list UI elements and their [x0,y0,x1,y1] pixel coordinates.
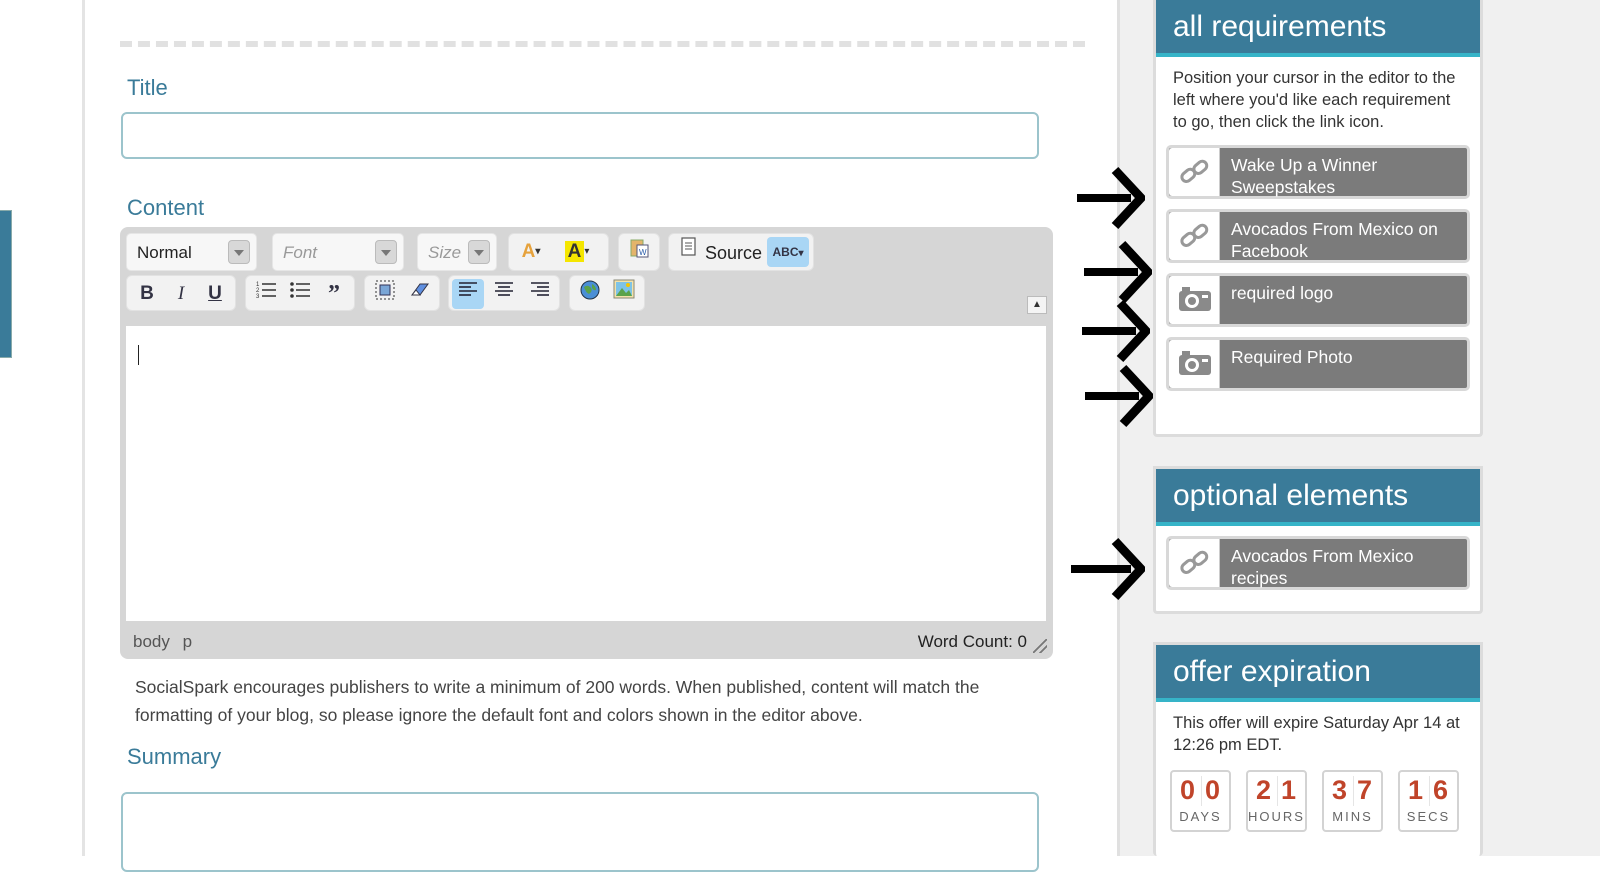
size-select[interactable]: Size [417,233,497,271]
countdown-days: 00 DAYS [1170,770,1231,832]
align-center-icon[interactable] [488,279,520,309]
font-select[interactable]: Font [272,233,404,271]
requirements-instructions: Position your cursor in the editor to th… [1173,69,1456,131]
source-button-label: Source [705,243,763,263]
path-body[interactable]: body [133,632,170,651]
countdown-mins-value: 37 [1332,775,1383,805]
summary-label: Summary [127,744,222,769]
arrow-right-icon [1085,364,1153,428]
countdown-secs-value: 16 [1408,775,1459,805]
title-input[interactable] [121,112,1039,159]
optional-item[interactable]: Avocados From Mexico recipes [1166,536,1470,590]
insert-group [569,275,645,311]
arrow-right-icon [1082,299,1150,363]
requirement-label: Required Photo [1231,347,1353,367]
bulleted-list-icon[interactable] [284,279,316,309]
content-label: Content [127,195,205,220]
format-select[interactable]: Normal [126,233,257,271]
offer-expiration-panel: offer expiration This offer will expire … [1153,642,1483,856]
chevron-down-icon [228,240,250,264]
source-toolbar-group: Source ABC▾ [668,233,814,271]
requirement-label: required logo [1231,283,1334,303]
offer-expiration-title: offer expiration [1156,645,1480,702]
requirement-item[interactable]: Avocados From Mexico on Facebook [1166,209,1470,263]
requirement-item[interactable]: Wake Up a Winner Sweepstakes [1166,145,1470,199]
svg-text:3: 3 [256,294,260,299]
alignment-group [448,275,560,311]
editor-hint: SocialSpark encourages publishers to wri… [135,677,980,725]
resize-handle-icon[interactable] [1033,639,1047,653]
offer-expiration-text: This offer will expire Saturday Apr 14 a… [1173,714,1460,754]
link-icon[interactable] [1169,212,1220,260]
requirement-item[interactable]: Required Photo [1166,337,1470,391]
paste-toolbar-group: W [618,233,660,271]
source-icon[interactable] [673,237,705,267]
title-label: Title [127,75,168,100]
align-right-icon[interactable] [524,279,556,309]
camera-icon[interactable] [1169,276,1220,324]
align-left-icon[interactable] [452,279,484,309]
word-count: Word Count: 0 [917,632,1027,651]
optional-elements-title: optional elements [1156,469,1480,526]
color-toolbar-group: A▾ A ▾ [508,233,609,271]
link-globe-icon[interactable] [574,279,606,309]
countdown-secs-unit: SECS [1406,809,1451,824]
countdown-mins-unit: MINS [1332,809,1373,824]
rich-text-editor: Normal Font Size A▾ A ▾ W Source ABC▾ B I… [120,227,1053,659]
summary-input[interactable] [121,792,1039,872]
dashed-divider [120,41,1085,47]
basic-style-group: B I U [126,275,236,311]
requirements-panel: all requirements Position your cursor in… [1153,0,1483,437]
chevron-down-icon [468,240,490,264]
requirements-title: all requirements [1156,0,1480,57]
requirement-label: Avocados From Mexico on Facebook [1231,219,1438,261]
countdown-hours-value: 21 [1256,775,1307,805]
requirement-item[interactable]: required logo [1166,273,1470,327]
arrow-right-icon [1084,240,1152,304]
countdown-mins: 37 MINS [1322,770,1383,832]
format-select-value: Normal [137,243,192,262]
countdown-hours: 21 HOURS [1246,770,1307,832]
left-gutter [0,0,83,856]
editor-content-area[interactable] [126,326,1046,621]
optional-elements-panel: optional elements Avocados From Mexico r… [1153,466,1483,614]
arrow-right-icon [1077,166,1145,230]
underline-icon[interactable]: U [199,279,231,309]
countdown-days-unit: DAYS [1179,809,1222,824]
spellcheck-icon[interactable]: ABC▾ [767,237,809,267]
camera-icon[interactable] [1169,340,1220,388]
element-path: body p [133,632,192,652]
requirement-label: Wake Up a Winner Sweepstakes [1231,155,1378,197]
chevron-down-icon [375,240,397,264]
left-side-tab[interactable] [0,210,12,358]
countdown-secs: 16 SECS [1398,770,1459,832]
image-icon[interactable] [608,279,640,309]
countdown-timer: 00 DAYS 21 HOURS 37 MINS 16 SECS [1156,762,1480,832]
sidebar-divider [1117,0,1120,856]
svg-text:W: W [639,248,647,257]
arrow-right-icon [1071,537,1145,601]
numbered-list-icon[interactable]: 123 [250,279,282,309]
list-group: 123 ” [245,275,355,311]
blockquote-icon[interactable]: ” [318,279,350,309]
bold-icon[interactable]: B [131,279,163,309]
link-icon[interactable] [1169,148,1220,196]
optional-label: Avocados From Mexico recipes [1231,546,1414,588]
text-color-icon[interactable]: A▾ [515,237,547,267]
paste-from-word-icon[interactable]: W [623,237,655,267]
font-select-placeholder: Font [283,243,318,262]
text-caret [138,345,139,365]
collapse-toolbar-button[interactable]: ▲ [1027,296,1047,314]
selection-group [364,275,440,311]
countdown-days-value: 00 [1180,775,1231,805]
countdown-hours-unit: HOURS [1248,809,1305,824]
link-icon[interactable] [1169,539,1220,587]
remove-format-icon[interactable] [403,279,435,309]
select-all-icon[interactable] [369,279,401,309]
path-p[interactable]: p [183,632,192,651]
background-color-icon[interactable]: A ▾ [561,237,593,267]
size-select-placeholder: Size [428,243,462,262]
italic-icon[interactable]: I [165,279,197,309]
